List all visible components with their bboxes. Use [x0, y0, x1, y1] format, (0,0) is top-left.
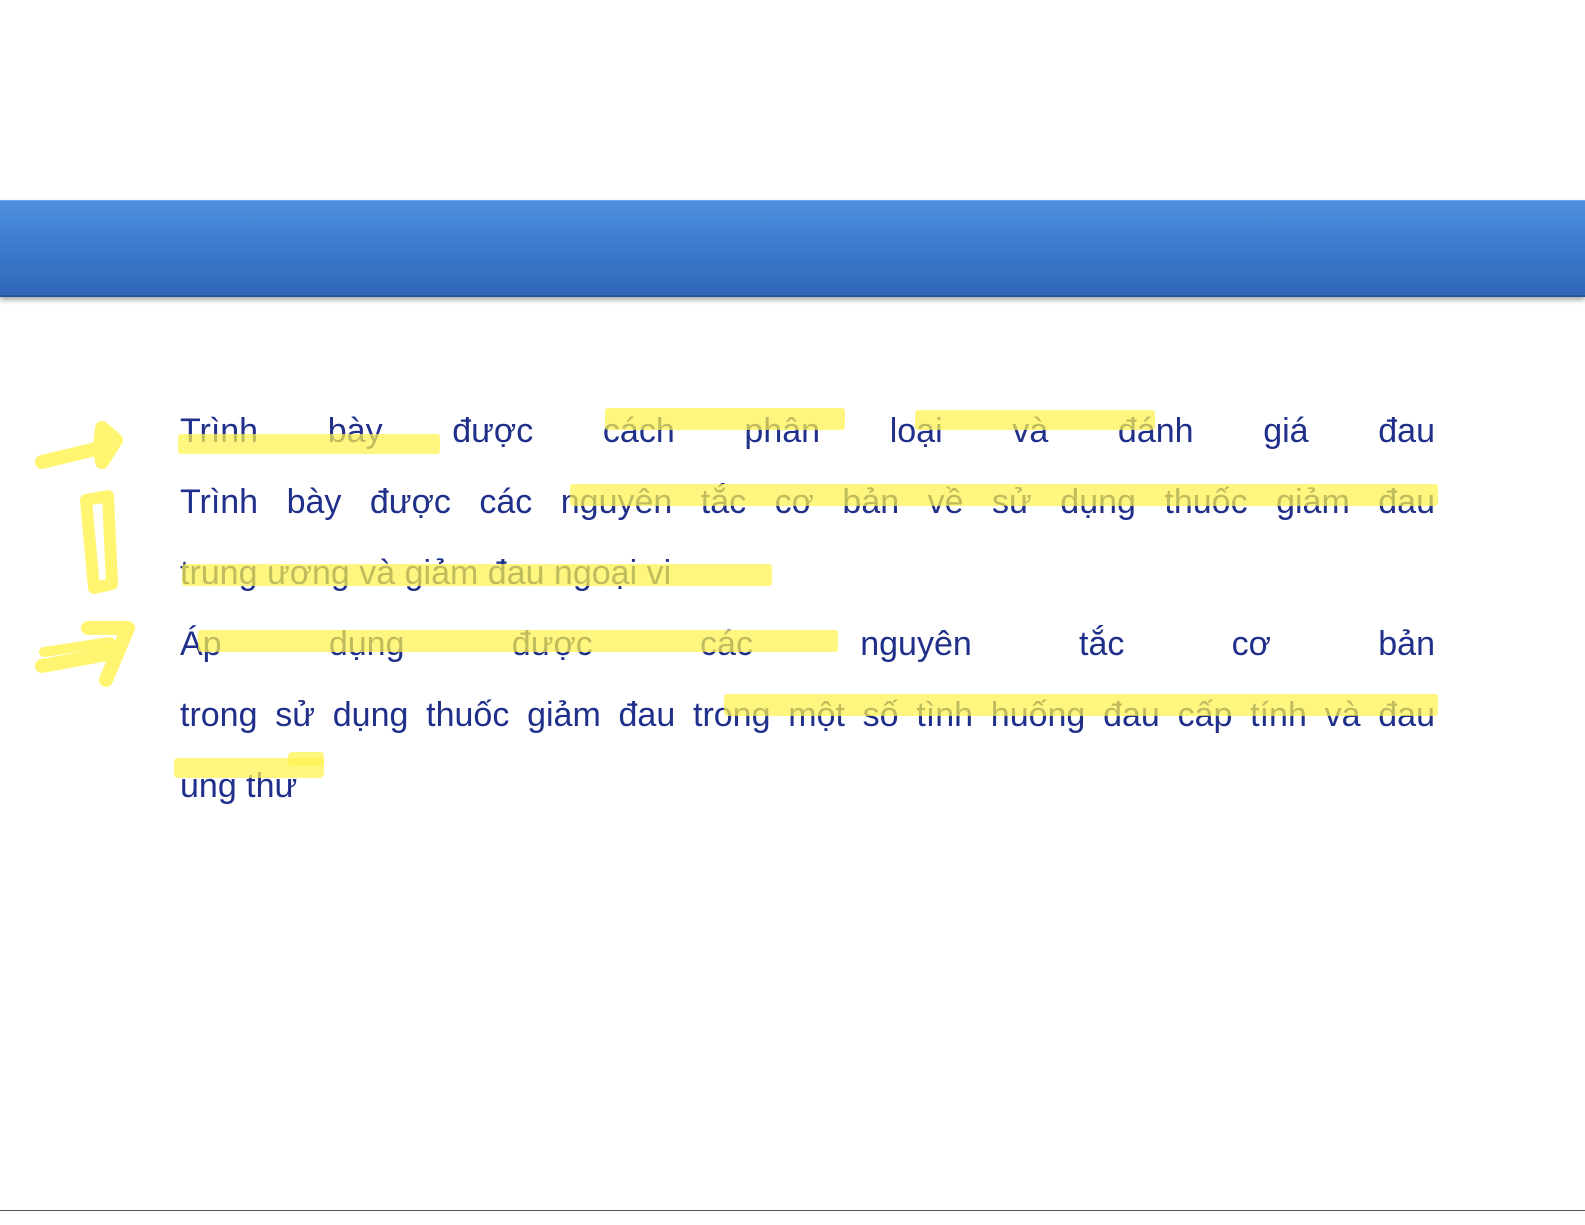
- title-bar: [0, 200, 1585, 297]
- objective-line-5: trong sử dụng thuốc giảm đau trong một s…: [180, 696, 1435, 734]
- bracket-mark-icon: [80, 490, 118, 594]
- objective-line-6: ung thư: [180, 767, 298, 805]
- footer-rule: [0, 1210, 1585, 1211]
- arrow-mark-icon: [35, 421, 123, 469]
- objective-line-1: Trình bày được cách phân loại và đánh gi…: [180, 412, 1435, 450]
- objective-line-3: trung ương và giảm đau ngoại vi: [180, 554, 672, 592]
- arrow-mark-icon: [35, 621, 135, 687]
- slide: Trình bày được cách phân loại và đánh gi…: [0, 0, 1585, 1225]
- objective-line-4: Áp dụng được các nguyên tắc cơ bản: [180, 625, 1435, 663]
- objective-line-2: Trình bày được các nguyên tắc cơ bản về …: [180, 483, 1435, 521]
- objectives-text: Trình bày được cách phân loại và đánh gi…: [180, 396, 1435, 822]
